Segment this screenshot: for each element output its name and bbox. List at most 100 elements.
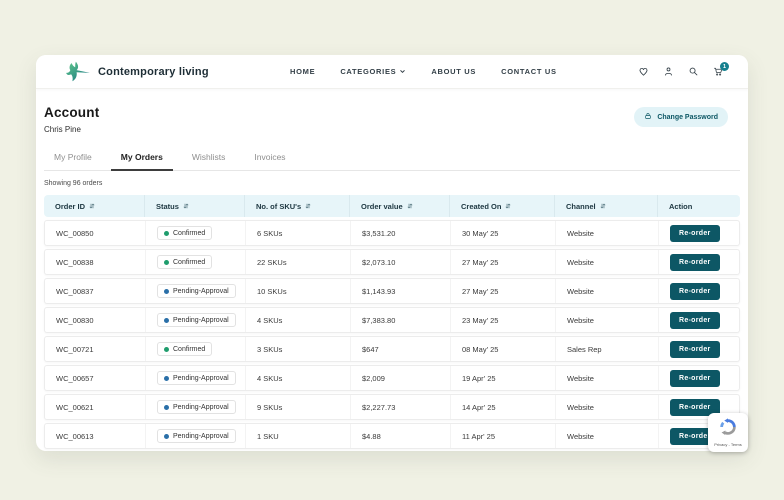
tab-invoices[interactable]: Invoices — [244, 146, 295, 170]
nav-item-about-us[interactable]: ABOUT US — [431, 67, 476, 76]
top-navbar: Contemporary living HOME CATEGORIES ABOU… — [36, 55, 748, 89]
status-badge: Pending-Approval — [157, 400, 236, 414]
action-cell: Re-order — [658, 308, 739, 332]
tab-wishlists[interactable]: Wishlists — [182, 146, 236, 170]
order-row: WC_00657 Pending-Approval 4 SKUs $2,009 … — [44, 365, 740, 391]
status-cell: Confirmed — [145, 221, 245, 245]
change-password-button[interactable]: Change Password — [634, 107, 728, 127]
sku-count-cell: 3 SKUs — [245, 337, 350, 361]
status-dot-icon — [164, 405, 169, 410]
channel-cell: Website — [555, 308, 658, 332]
action-cell: Re-order — [658, 250, 739, 274]
order-row: WC_00621 Pending-Approval 9 SKUs $2,227.… — [44, 394, 740, 420]
sku-count-cell: 6 SKUs — [245, 221, 350, 245]
channel-cell: Website — [555, 395, 658, 419]
status-badge: Confirmed — [157, 342, 212, 356]
status-cell: Confirmed — [145, 250, 245, 274]
action-cell: Re-order — [658, 221, 739, 245]
sku-count-cell: 4 SKUs — [245, 366, 350, 390]
column-header-label: Channel — [566, 202, 596, 211]
sku-count-cell: 4 SKUs — [245, 308, 350, 332]
created-on-cell: 11 Apr' 25 — [450, 424, 555, 448]
order-row: WC_00838 Confirmed 22 SKUs $2,073.10 27 … — [44, 249, 740, 275]
column-header-no-of-sku-s[interactable]: No. of SKU's — [244, 195, 349, 217]
order-value-cell: $2,009 — [350, 366, 450, 390]
cart-icon[interactable]: 1 — [713, 66, 724, 77]
status-badge: Pending-Approval — [157, 313, 236, 327]
status-dot-icon — [164, 260, 169, 265]
reorder-button[interactable]: Re-order — [670, 225, 720, 242]
column-header-label: No. of SKU's — [256, 202, 301, 211]
order-row: WC_00721 Confirmed 3 SKUs $647 08 May' 2… — [44, 336, 740, 362]
created-on-cell: 30 May' 25 — [450, 221, 555, 245]
status-cell: Pending-Approval — [145, 395, 245, 419]
nav-item-contact-us[interactable]: CONTACT US — [501, 67, 557, 76]
channel-cell: Website — [555, 279, 658, 303]
account-content: Account Chris Pine Change Password My Pr… — [36, 89, 748, 449]
channel-cell: Website — [555, 366, 658, 390]
status-dot-icon — [164, 318, 169, 323]
orders-count-summary: Showing 96 orders — [44, 180, 740, 187]
account-user-name: Chris Pine — [44, 125, 99, 134]
brand-home-link[interactable]: Contemporary living — [66, 61, 209, 82]
column-header-created-on[interactable]: Created On — [449, 195, 554, 217]
status-dot-icon — [164, 376, 169, 381]
column-header-label: Created On — [461, 202, 501, 211]
column-header-label: Order ID — [55, 202, 85, 211]
page-title: Account — [44, 105, 99, 120]
nav-item-label: CATEGORIES — [340, 67, 396, 76]
sku-count-cell: 1 SKU — [245, 424, 350, 448]
nav-item-home[interactable]: HOME — [290, 67, 315, 76]
action-cell: Re-order — [658, 366, 739, 390]
channel-cell: Website — [555, 250, 658, 274]
column-header-action: Action — [657, 195, 740, 217]
orders-table-body: WC_00850 Confirmed 6 SKUs $3,531.20 30 M… — [44, 220, 740, 449]
order-value-cell: $7,383.80 — [350, 308, 450, 332]
status-badge: Pending-Approval — [157, 371, 236, 385]
recaptcha-privacy-terms: Privacy - Terms — [714, 442, 741, 447]
channel-cell: Website — [555, 221, 658, 245]
status-badge: Pending-Approval — [157, 284, 236, 298]
sku-count-cell: 9 SKUs — [245, 395, 350, 419]
account-tabs: My Profile My Orders Wishlists Invoices — [44, 146, 740, 171]
search-icon[interactable] — [688, 66, 699, 77]
reorder-button[interactable]: Re-order — [670, 341, 720, 358]
nav-item-label: HOME — [290, 67, 315, 76]
channel-cell: Sales Rep — [555, 337, 658, 361]
reorder-button[interactable]: Re-order — [670, 254, 720, 271]
wishlist-heart-icon[interactable] — [638, 66, 649, 77]
status-cell: Pending-Approval — [145, 279, 245, 303]
recaptcha-badge[interactable]: Privacy - Terms — [708, 413, 748, 452]
status-dot-icon — [164, 231, 169, 236]
sort-icon — [600, 202, 606, 210]
order-value-cell: $1,143.93 — [350, 279, 450, 303]
account-user-icon[interactable] — [663, 66, 674, 77]
column-header-channel[interactable]: Channel — [554, 195, 657, 217]
recaptcha-icon — [719, 418, 737, 441]
action-cell: Re-order — [658, 279, 739, 303]
reorder-button[interactable]: Re-order — [670, 283, 720, 300]
status-dot-icon — [164, 289, 169, 294]
reorder-button[interactable]: Re-order — [670, 370, 720, 387]
column-header-label: Status — [156, 202, 179, 211]
column-header-order-id[interactable]: Order ID — [44, 195, 144, 217]
order-id-cell: WC_00657 — [45, 366, 145, 390]
order-row: WC_00837 Pending-Approval 10 SKUs $1,143… — [44, 278, 740, 304]
tab-my-profile[interactable]: My Profile — [44, 146, 102, 170]
sort-icon — [305, 202, 311, 210]
order-value-cell: $647 — [350, 337, 450, 361]
column-header-status[interactable]: Status — [144, 195, 244, 217]
tab-my-orders[interactable]: My Orders — [111, 146, 173, 171]
order-value-cell: $2,227.73 — [350, 395, 450, 419]
nav-item-categories[interactable]: CATEGORIES — [340, 67, 406, 76]
reorder-button[interactable]: Re-order — [670, 312, 720, 329]
order-value-cell: $2,073.10 — [350, 250, 450, 274]
nav-item-label: ABOUT US — [431, 67, 476, 76]
order-id-cell: WC_00721 — [45, 337, 145, 361]
order-row: WC_00830 Pending-Approval 4 SKUs $7,383.… — [44, 307, 740, 333]
hummingbird-logo-icon — [66, 61, 90, 82]
column-header-order-value[interactable]: Order value — [349, 195, 449, 217]
status-badge: Confirmed — [157, 255, 212, 269]
brand-name: Contemporary living — [98, 66, 209, 78]
header-actions: 1 — [638, 66, 724, 77]
